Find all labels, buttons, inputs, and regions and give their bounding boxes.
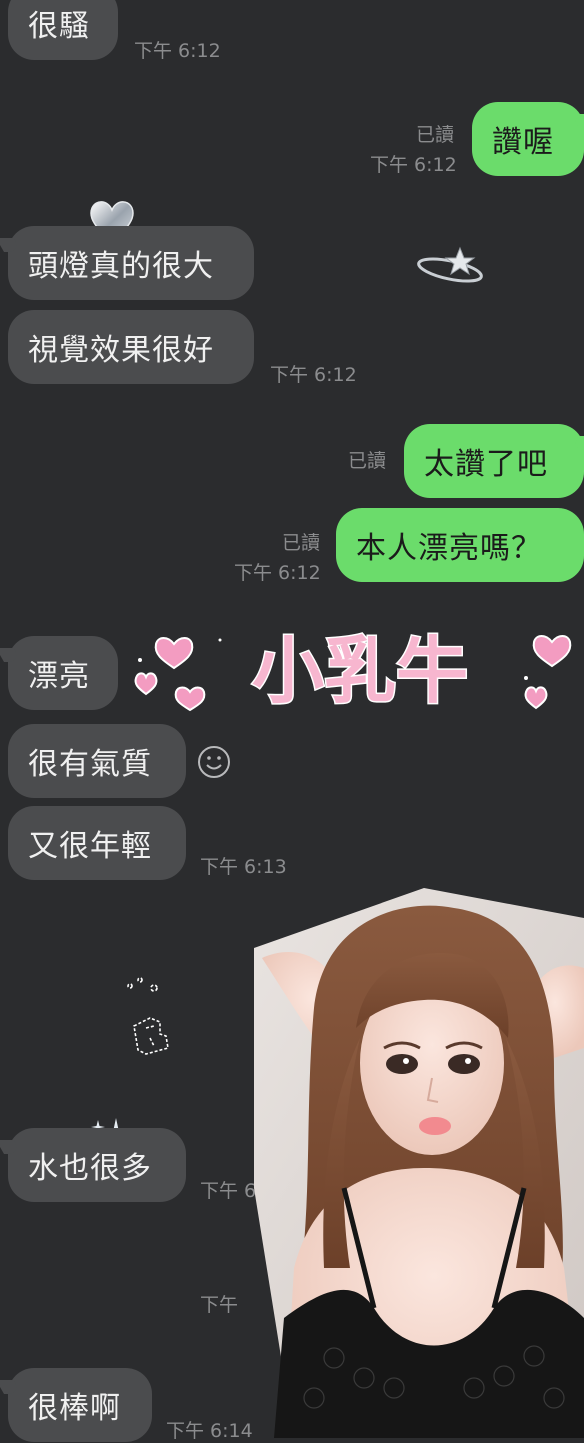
message-timestamp: 下午 6:14 bbox=[166, 1420, 253, 1442]
message-bubble-incoming[interactable]: 很騷 bbox=[8, 0, 118, 60]
message-text: 頭燈真的很大 bbox=[28, 249, 214, 284]
message-bubble-incoming[interactable]: 視覺效果很好 bbox=[8, 310, 254, 384]
message-bubble-outgoing[interactable]: 太讚了吧 bbox=[404, 424, 584, 498]
message-timestamp: 下午 bbox=[200, 1294, 239, 1316]
read-receipt: 已讀 bbox=[282, 532, 321, 554]
message-bubble-incoming[interactable]: 頭燈真的很大 bbox=[8, 226, 254, 300]
message-timestamp: 下午 6:12 bbox=[270, 364, 357, 386]
message-bubble-incoming[interactable]: 漂亮 bbox=[8, 636, 118, 710]
pink-heart-sticker: 小乳牛 bbox=[134, 628, 572, 715]
message-text: 本人漂亮嗎？ bbox=[356, 531, 542, 566]
message-text: 讚喔 bbox=[492, 125, 554, 160]
message-timestamp: 下午 6:12 bbox=[134, 40, 221, 62]
sticker-text: 小乳牛 bbox=[252, 629, 468, 713]
message-timestamp: 下午 6:13 bbox=[200, 856, 287, 878]
message-text: 又很年輕 bbox=[28, 829, 152, 864]
read-receipt: 已讀 bbox=[416, 124, 455, 146]
message-text: 視覺效果很好 bbox=[28, 333, 214, 368]
message-bubble-outgoing[interactable]: 讚喔 bbox=[472, 102, 584, 176]
smiley-icon bbox=[198, 746, 230, 778]
message-text: 很騷 bbox=[28, 9, 90, 44]
portrait-photo bbox=[254, 888, 584, 1438]
doodle-icon bbox=[127, 977, 169, 1055]
message-text: 很有氣質 bbox=[28, 747, 152, 782]
message-text: 漂亮 bbox=[28, 659, 90, 694]
message-bubble-outgoing[interactable]: 本人漂亮嗎？ bbox=[336, 508, 584, 582]
message-timestamp: 下午 6:12 bbox=[370, 154, 457, 176]
message-bubble-incoming[interactable]: 很有氣質 bbox=[8, 724, 186, 798]
message-timestamp: 下午 6:12 bbox=[234, 562, 321, 584]
read-receipt: 已讀 bbox=[348, 450, 387, 472]
message-text: 太讚了吧 bbox=[424, 447, 548, 482]
star-ring-icon bbox=[417, 246, 483, 283]
message-bubble-incoming[interactable]: 水也很多 bbox=[8, 1128, 186, 1202]
message-bubble-incoming[interactable]: 很棒啊 bbox=[8, 1368, 152, 1442]
message-text: 很棒啊 bbox=[28, 1391, 121, 1426]
message-text: 水也很多 bbox=[28, 1151, 152, 1186]
message-bubble-incoming[interactable]: 又很年輕 bbox=[8, 806, 186, 880]
